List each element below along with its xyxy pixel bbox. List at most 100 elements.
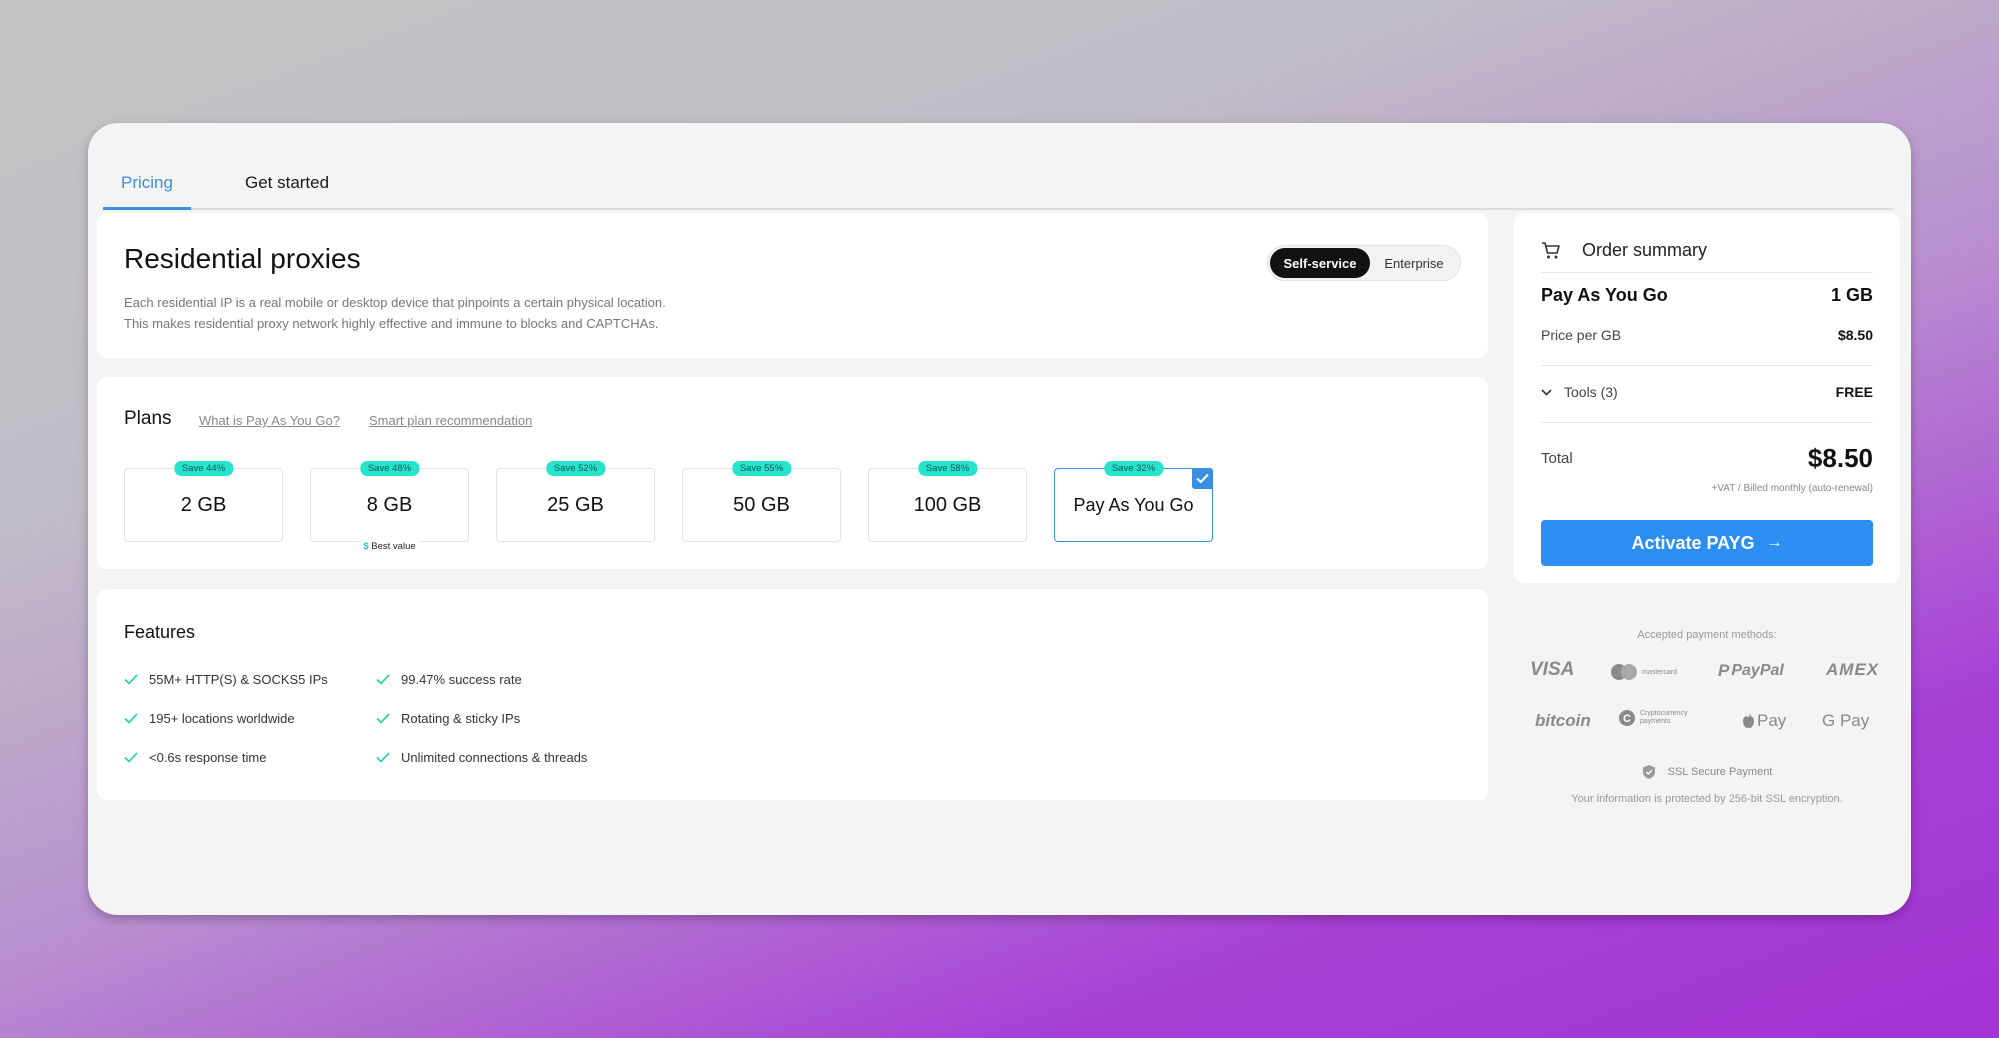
activate-label: Activate PAYG xyxy=(1631,532,1755,553)
check-icon xyxy=(124,674,138,685)
product-description: Each residential IP is a real mobile or … xyxy=(124,292,666,334)
ssl-secure-payment: SSL Secure Payment xyxy=(1514,764,1900,780)
save-badge: Save 58% xyxy=(917,461,978,476)
total-label: Total xyxy=(1541,450,1573,467)
feature-label: <0.6s response time xyxy=(149,750,267,765)
feature-label: 55M+ HTTP(S) & SOCKS5 IPs xyxy=(149,672,328,687)
mastercard-icon xyxy=(1611,664,1637,680)
total-value: $8.50 xyxy=(1807,443,1873,473)
crypto-logo: C Cryptocurrency payments xyxy=(1618,709,1702,727)
tab-bar: Pricing Get started xyxy=(103,147,1893,210)
save-badge: Save 32% xyxy=(1103,461,1164,476)
divider xyxy=(1541,365,1873,366)
save-badge: Save 48% xyxy=(359,461,420,476)
apple-icon xyxy=(1743,713,1754,728)
order-summary-card: Order summary Pay As You Go 1 GB Price p… xyxy=(1514,213,1900,583)
plan-100gb[interactable]: Save 58% 100 GB xyxy=(868,461,1027,542)
dollar-icon: $ xyxy=(363,541,369,552)
what-is-payg-link[interactable]: What is Pay As You Go? xyxy=(199,413,340,428)
paypal-label: PayPal xyxy=(1731,662,1784,679)
plan-quantity: 1 GB xyxy=(1830,285,1873,305)
enterprise-option[interactable]: Enterprise xyxy=(1370,248,1458,278)
check-icon xyxy=(376,713,390,724)
arrow-right-icon: → xyxy=(1766,534,1783,551)
feature-label: 99.47% success rate xyxy=(401,672,522,687)
tab-get-started[interactable]: Get started xyxy=(227,147,347,210)
plans-card: Plans What is Pay As You Go? Smart plan … xyxy=(97,377,1488,569)
crypto-icon: C xyxy=(1619,710,1635,726)
plan-name: 50 GB xyxy=(733,494,790,516)
ssl-note: Your information is protected by 256-bit… xyxy=(1571,793,1843,805)
feature-item: Rotating & sticky IPs xyxy=(376,711,520,726)
description-line-2: This makes residential proxy network hig… xyxy=(124,316,659,331)
divider xyxy=(1541,422,1873,423)
bitcoin-logo: bitcoin xyxy=(1535,711,1591,730)
plan-pay-as-you-go[interactable]: Save 32% Pay As You Go xyxy=(1054,461,1213,542)
shield-icon xyxy=(1642,765,1655,779)
tools-row[interactable]: Tools (3) FREE xyxy=(1541,384,1873,400)
page-title: Residential proxies xyxy=(124,243,361,274)
self-service-option[interactable]: Self-service xyxy=(1270,248,1370,278)
plan-2gb[interactable]: Save 44% 2 GB xyxy=(124,461,283,542)
tools-value: FREE xyxy=(1835,384,1873,400)
tab-pricing[interactable]: Pricing xyxy=(103,147,191,210)
crypto-label: Cryptocurrency payments xyxy=(1640,710,1688,725)
activate-payg-button[interactable]: Activate PAYG → xyxy=(1541,520,1873,566)
cart-icon xyxy=(1542,242,1560,259)
feature-item: <0.6s response time xyxy=(124,750,266,765)
plan-25gb[interactable]: Save 52% 25 GB xyxy=(496,461,655,542)
best-value-badge: $ Best value xyxy=(359,541,420,552)
plans-title: Plans xyxy=(124,408,172,429)
plan-name: 25 GB xyxy=(547,494,604,516)
plan-8gb[interactable]: Save 48% 8 GB $ Best value xyxy=(310,461,469,552)
price-value: $8.50 xyxy=(1837,327,1873,343)
save-badge: Save 44% xyxy=(173,461,234,476)
chevron-down-icon xyxy=(1541,388,1552,396)
order-summary-title: Order summary xyxy=(1582,240,1708,260)
save-badge: Save 52% xyxy=(545,461,606,476)
tools-toggle[interactable]: Tools (3) xyxy=(1541,384,1618,400)
tools-label: Tools (3) xyxy=(1564,384,1618,400)
feature-label: Rotating & sticky IPs xyxy=(401,711,521,726)
amex-logo: AMEX xyxy=(1826,660,1880,679)
svg-text:C: C xyxy=(1623,713,1631,725)
pricing-window: Pricing Get started Residential proxies … xyxy=(88,123,1911,915)
selected-check-icon xyxy=(1192,468,1213,489)
apple-pay-label: Pay xyxy=(1757,711,1787,730)
feature-item: 55M+ HTTP(S) & SOCKS5 IPs xyxy=(124,672,328,687)
features-card: Features 55M+ HTTP(S) & SOCKS5 IPs 195+ … xyxy=(97,589,1488,800)
apple-pay-logo: Pay xyxy=(1742,711,1786,731)
description-line-1: Each residential IP is a real mobile or … xyxy=(124,295,666,310)
paypal-logo: P PayPal xyxy=(1718,661,1784,681)
feature-item: Unlimited connections & threads xyxy=(376,750,587,765)
plan-name: Pay As You Go xyxy=(1541,285,1668,305)
check-icon xyxy=(376,752,390,763)
plan-name: 100 GB xyxy=(913,494,982,516)
paypal-icon: P xyxy=(1718,661,1730,680)
plan-50gb[interactable]: Save 55% 50 GB xyxy=(682,461,841,542)
vat-note: +VAT / Billed monthly (auto-renewal) xyxy=(1711,483,1873,494)
ssl-label: SSL Secure Payment xyxy=(1667,766,1773,778)
total-row: Total $8.50 xyxy=(1541,443,1873,474)
check-icon xyxy=(376,674,390,685)
price-row: Price per GB $8.50 xyxy=(1541,327,1873,343)
order-summary-header: Order summary xyxy=(1541,233,1873,273)
mastercard-logo: mastercard xyxy=(1610,663,1677,681)
service-type-toggle: Self-service Enterprise xyxy=(1267,245,1461,281)
check-icon xyxy=(124,713,138,724)
plan-name: 8 GB xyxy=(366,494,413,516)
feature-item: 195+ locations worldwide xyxy=(124,711,295,726)
features-title: Features xyxy=(124,622,196,642)
plan-name: 2 GB xyxy=(180,494,227,516)
save-badge: Save 55% xyxy=(731,461,792,476)
mastercard-label: mastercard xyxy=(1642,668,1678,676)
feature-item: 99.47% success rate xyxy=(376,672,522,687)
smart-plan-link[interactable]: Smart plan recommendation xyxy=(369,413,532,428)
price-label: Price per GB xyxy=(1541,327,1622,343)
feature-label: Unlimited connections & threads xyxy=(401,750,588,765)
plan-row: Pay As You Go 1 GB xyxy=(1541,285,1873,306)
feature-label: 195+ locations worldwide xyxy=(149,711,295,726)
product-header-card: Residential proxies Each residential IP … xyxy=(97,213,1488,358)
google-pay-logo: G Pay xyxy=(1822,711,1870,730)
visa-logo: VISA xyxy=(1530,659,1575,680)
